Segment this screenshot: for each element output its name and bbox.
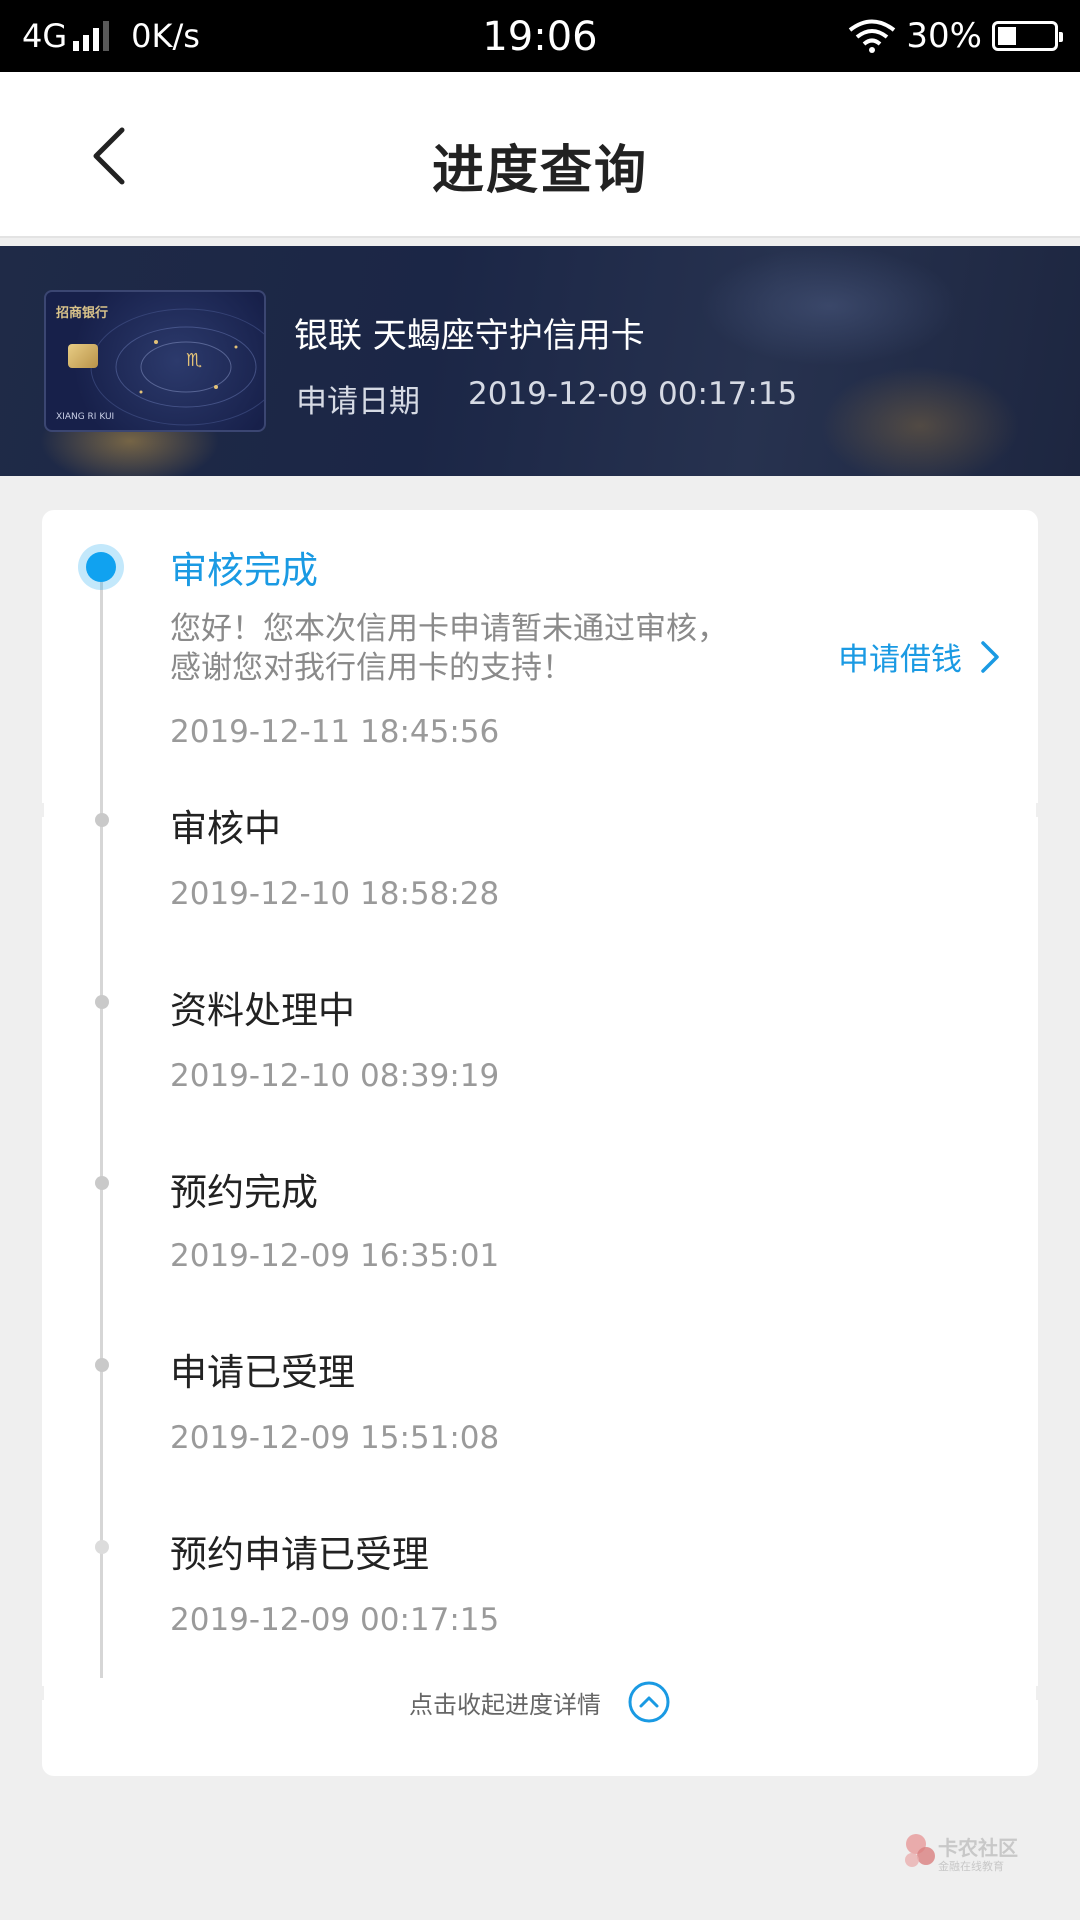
step-title: 预约完成 xyxy=(170,1171,318,1214)
chevron-right-icon xyxy=(981,640,999,673)
step-dot xyxy=(95,1540,109,1554)
apply-loan-link[interactable]: 申请借钱 xyxy=(838,634,1000,679)
step-title: 申请已受理 xyxy=(170,1351,355,1394)
step-title: 审核中 xyxy=(170,807,281,850)
step-title: 资料处理中 xyxy=(170,989,355,1032)
step-time: 2019-12-10 08:39:19 xyxy=(170,1058,500,1094)
collapse-details-button[interactable]: 点击收起进度详情 xyxy=(42,1680,1038,1724)
card-image-name: XIANG RI KUI xyxy=(56,412,115,422)
current-step-time: 2019-12-11 18:45:56 xyxy=(170,714,500,750)
step-title: 预约申请已受理 xyxy=(170,1533,429,1576)
card-chip xyxy=(68,344,98,368)
step-time: 2019-12-09 15:51:08 xyxy=(170,1420,500,1456)
nav-header: 进度查询 xyxy=(0,72,1080,238)
watermark-subtitle: 金融在线教育 xyxy=(938,1860,1004,1873)
watermark-title: 卡农社区 xyxy=(938,1836,1018,1860)
step-dot xyxy=(95,813,109,827)
status-right: 30% xyxy=(848,14,1063,58)
step-dot xyxy=(95,1358,109,1372)
page-title: 进度查询 xyxy=(431,141,648,201)
current-step-description: 您好！您本次信用卡申请暂未通过审核，感谢您对我行信用卡的支持！ xyxy=(170,611,728,686)
card-name: 银联 天蝎座守护信用卡 xyxy=(294,316,645,356)
step-time: 2019-12-09 00:17:15 xyxy=(170,1602,500,1638)
timeline-line xyxy=(100,562,103,1678)
collapse-label: 点击收起进度详情 xyxy=(409,1690,601,1719)
battery-percent: 30% xyxy=(906,16,982,56)
credit-card-image: 招商银行 ♏ XIANG RI KUI xyxy=(44,290,266,432)
scorpio-icon: ♏ xyxy=(186,350,203,371)
step-dot xyxy=(95,995,109,1009)
apply-loan-label: 申请借钱 xyxy=(838,642,962,678)
apply-date-label: 申请日期 xyxy=(296,384,420,420)
current-step-dot xyxy=(78,544,124,590)
card-banner: 招商银行 ♏ XIANG RI KUI 银联 天蝎座守护信用卡 申请日期 201… xyxy=(0,246,1080,476)
status-bar: 4G 0K/s 19:06 30% xyxy=(0,0,1080,72)
battery-icon xyxy=(992,21,1063,51)
current-step-title: 审核完成 xyxy=(170,549,318,592)
apply-date-value: 2019-12-09 00:17:15 xyxy=(468,376,798,412)
chevron-up-circle-icon xyxy=(628,1681,670,1723)
step-dot xyxy=(95,1176,109,1190)
wifi-icon xyxy=(849,19,896,53)
step-time: 2019-12-10 18:58:28 xyxy=(170,876,500,912)
step-time: 2019-12-09 16:35:01 xyxy=(170,1238,500,1274)
progress-panel: 审核完成 您好！您本次信用卡申请暂未通过审核，感谢您对我行信用卡的支持！ 201… xyxy=(40,510,1040,1776)
bank-logo: 招商银行 xyxy=(56,306,109,321)
